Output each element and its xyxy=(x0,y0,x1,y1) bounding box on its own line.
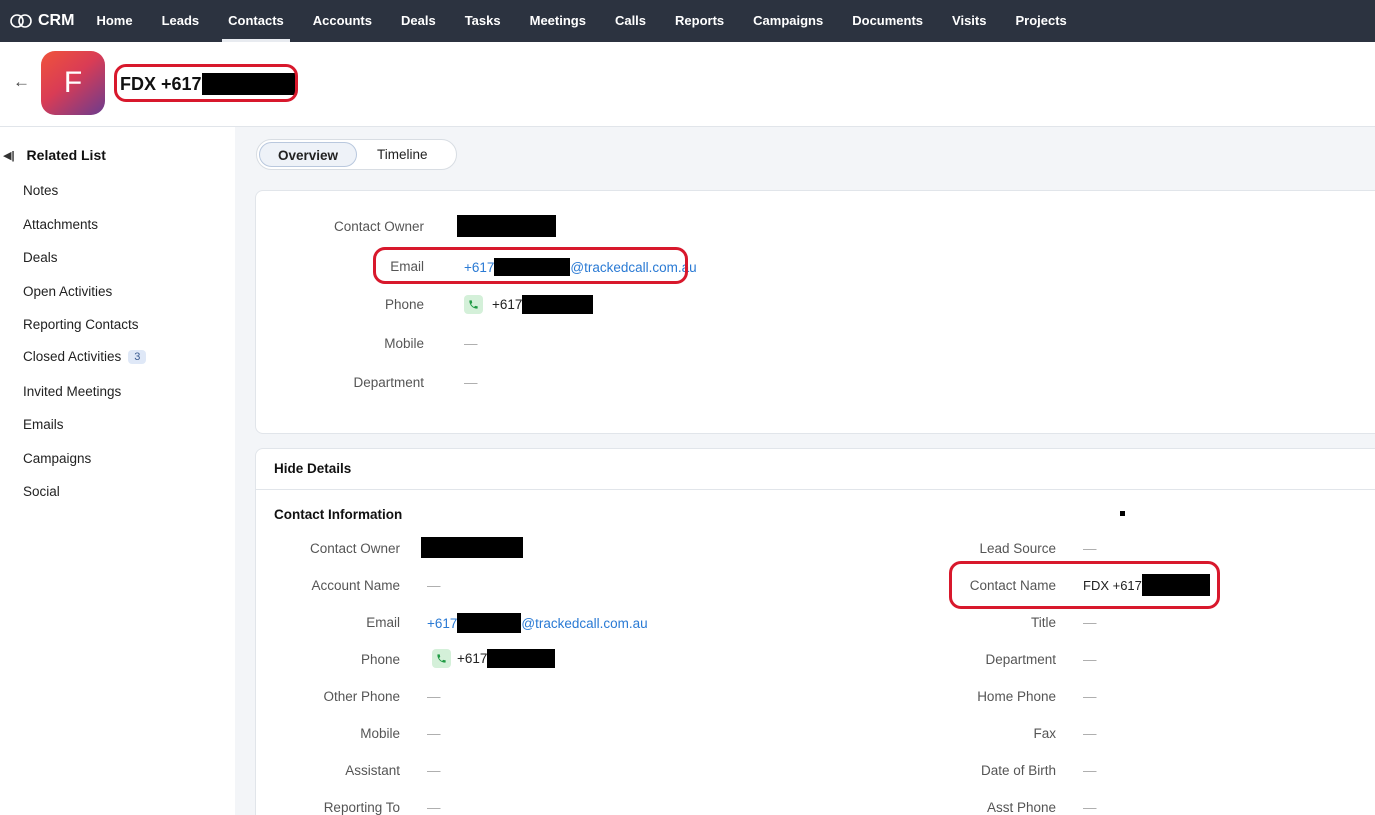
nav-meetings[interactable]: Meetings xyxy=(530,0,586,42)
other-phone-value: — xyxy=(427,689,441,704)
fax-label: Fax xyxy=(1033,726,1056,741)
nav-visits[interactable]: Visits xyxy=(952,0,986,42)
redaction-block xyxy=(421,537,523,558)
department-label: Department xyxy=(353,375,424,390)
department-value: — xyxy=(464,375,478,390)
back-arrow-icon[interactable]: ← xyxy=(13,72,30,92)
view-tabs: Overview Timeline xyxy=(256,139,457,170)
phone-value[interactable]: +617 xyxy=(464,295,594,314)
nav-projects[interactable]: Projects xyxy=(1015,0,1066,42)
contact-owner-label: Contact Owner xyxy=(309,541,400,556)
related-list-sidebar: ◀| Related List Notes Attachments Deals … xyxy=(0,127,235,815)
lead-source-label: Lead Source xyxy=(979,541,1056,556)
email-link[interactable]: +617 @trackedcall.com.au xyxy=(427,613,648,633)
details-card: Hide Details Contact Information Contact… xyxy=(255,448,1375,815)
hide-details-button[interactable]: Hide Details xyxy=(274,461,351,476)
mobile-value: — xyxy=(427,726,441,741)
related-list-label: Related List xyxy=(26,147,106,163)
phone-icon[interactable] xyxy=(464,295,483,314)
title-label: Title xyxy=(1030,615,1056,630)
title-value: — xyxy=(1083,615,1097,630)
email-label: Email xyxy=(366,615,400,630)
asst-phone-value: — xyxy=(1083,800,1097,815)
nav-reports[interactable]: Reports xyxy=(675,0,724,42)
redaction-block xyxy=(457,215,556,237)
crm-logo[interactable]: CRM xyxy=(0,12,74,30)
contact-owner-value[interactable] xyxy=(457,215,556,237)
email-suffix: @trackedcall.com.au xyxy=(521,615,648,631)
section-title: Contact Information xyxy=(274,507,403,522)
nav-tasks[interactable]: Tasks xyxy=(465,0,501,42)
email-prefix: +617 xyxy=(427,615,458,631)
tab-overview[interactable]: Overview xyxy=(259,142,358,167)
record-header: ← F FDX +617 xyxy=(0,42,1375,127)
details-header: Hide Details xyxy=(256,449,1375,490)
sidebar-item-notes[interactable]: Notes xyxy=(23,183,58,198)
sidebar-item-campaigns[interactable]: Campaigns xyxy=(23,451,91,466)
sidebar-item-attachments[interactable]: Attachments xyxy=(23,217,98,232)
home-phone-label: Home Phone xyxy=(977,689,1056,704)
asst-phone-label: Asst Phone xyxy=(986,800,1056,815)
sidebar-item-deals[interactable]: Deals xyxy=(23,250,58,265)
nav-deals[interactable]: Deals xyxy=(401,0,436,42)
collapse-icon[interactable]: ◀| xyxy=(3,149,15,162)
other-phone-label: Other Phone xyxy=(323,689,400,704)
date-of-birth-label: Date of Birth xyxy=(980,763,1056,778)
related-list-heading[interactable]: ◀| Related List xyxy=(3,147,106,163)
nav-contacts[interactable]: Contacts xyxy=(222,0,290,42)
redaction-mark xyxy=(1120,511,1125,516)
sidebar-item-social[interactable]: Social xyxy=(23,484,60,499)
crm-logo-icon xyxy=(10,14,32,28)
sidebar-item-closed-activities[interactable]: Closed Activities 3 xyxy=(23,349,147,364)
annotation-highlight xyxy=(373,247,688,284)
redaction-block xyxy=(487,649,556,668)
department-value: — xyxy=(1083,652,1097,667)
nav-leads[interactable]: Leads xyxy=(162,0,200,42)
nav-home[interactable]: Home xyxy=(96,0,132,42)
sidebar-item-emails[interactable]: Emails xyxy=(23,417,64,432)
reporting-to-value: — xyxy=(427,800,441,815)
phone-value[interactable]: +617 xyxy=(432,649,556,668)
redaction-block xyxy=(457,613,522,633)
fax-value: — xyxy=(1083,726,1097,741)
annotation-highlight xyxy=(114,64,298,102)
nav-documents[interactable]: Documents xyxy=(852,0,923,42)
sidebar-item-invited-meetings[interactable]: Invited Meetings xyxy=(23,384,121,399)
top-navigation-bar: CRM Home Leads Contacts Accounts Deals T… xyxy=(0,0,1375,42)
sidebar-item-reporting-contacts[interactable]: Reporting Contacts xyxy=(23,317,139,332)
phone-label: Phone xyxy=(384,297,424,312)
nav-accounts[interactable]: Accounts xyxy=(313,0,372,42)
assistant-value: — xyxy=(427,763,441,778)
home-phone-value: — xyxy=(1083,689,1097,704)
avatar: F xyxy=(41,51,105,115)
overview-card: Contact Owner Email +617 @trackedcall.co… xyxy=(255,190,1375,434)
sidebar-item-open-activities[interactable]: Open Activities xyxy=(23,284,112,299)
phone-number: +617 xyxy=(492,297,523,312)
mobile-value: — xyxy=(464,336,478,351)
sidebar-item-label: Closed Activities xyxy=(23,349,122,364)
department-label: Department xyxy=(985,652,1056,667)
redaction-block xyxy=(522,295,594,314)
account-name-value: — xyxy=(427,578,441,593)
reporting-to-label: Reporting To xyxy=(323,800,400,815)
mobile-label: Mobile xyxy=(360,726,400,741)
brand-name: CRM xyxy=(38,12,75,29)
contact-owner-label: Contact Owner xyxy=(333,219,424,234)
contact-owner-value[interactable] xyxy=(421,537,523,558)
tab-timeline[interactable]: Timeline xyxy=(357,142,448,167)
phone-number: +617 xyxy=(457,651,488,666)
date-of-birth-value: — xyxy=(1083,763,1097,778)
nav-campaigns[interactable]: Campaigns xyxy=(753,0,823,42)
lead-source-value: — xyxy=(1083,541,1097,556)
nav-calls[interactable]: Calls xyxy=(615,0,646,42)
annotation-highlight xyxy=(949,561,1220,609)
phone-label: Phone xyxy=(360,652,400,667)
mobile-label: Mobile xyxy=(384,336,424,351)
account-name-label: Account Name xyxy=(311,578,400,593)
phone-icon[interactable] xyxy=(432,649,451,668)
count-badge: 3 xyxy=(128,349,147,364)
assistant-label: Assistant xyxy=(345,763,400,778)
